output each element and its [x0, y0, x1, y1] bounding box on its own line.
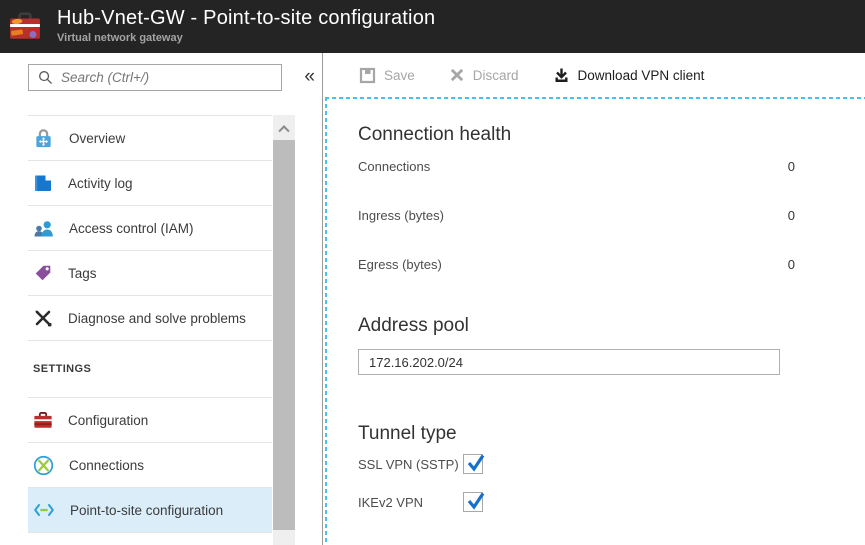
connections-icon: [33, 455, 54, 475]
sstp-label: SSL VPN (SSTP): [358, 456, 459, 472]
point-to-site-blade-content: Save Discard Download VPN client Connect…: [323, 53, 865, 545]
ikev2-label: IKEv2 VPN: [358, 494, 424, 510]
discard-label: Discard: [472, 67, 519, 83]
sidebar-item-point-to-site[interactable]: Point-to-site configuration: [28, 488, 272, 533]
sstp-option-row: SSL VPN (SSTP): [358, 454, 865, 474]
egress-label: Egress (bytes): [358, 257, 442, 272]
ikev2-option-row: IKEv2 VPN: [358, 492, 865, 512]
blade-form: Connection health Connections 0 Ingress …: [327, 99, 865, 545]
ingress-label: Ingress (bytes): [358, 208, 444, 223]
sidebar-item-label: Overview: [69, 130, 126, 146]
blade-header: Hub-Vnet-GW - Point-to-site configuratio…: [0, 0, 865, 53]
download-vpn-client-button[interactable]: Download VPN client: [553, 67, 705, 84]
search-icon: [39, 71, 53, 85]
discard-x-icon: [450, 68, 463, 82]
sidebar-item-configuration[interactable]: Configuration: [28, 398, 272, 443]
connections-row: Connections 0: [358, 159, 795, 174]
overview-lock-icon: [36, 128, 51, 147]
sidebar-item-label: Point-to-site configuration: [70, 502, 224, 518]
sidebar-scrollbar[interactable]: [273, 115, 295, 545]
menu-search-box[interactable]: [28, 64, 282, 91]
ikev2-checkbox[interactable]: [463, 492, 485, 512]
download-vpn-client-label: Download VPN client: [577, 67, 705, 83]
sidebar-item-tags[interactable]: Tags: [28, 251, 272, 296]
sidebar-item-label: Diagnose and solve problems: [68, 310, 246, 326]
sidebar-scrollbar-thumb[interactable]: [273, 140, 295, 530]
save-button[interactable]: Save: [359, 67, 415, 84]
address-pool-input[interactable]: [358, 349, 780, 375]
connections-label: Connections: [358, 159, 431, 174]
connection-health-title: Connection health: [358, 124, 512, 145]
discard-button[interactable]: Discard: [449, 67, 519, 83]
command-bar: Save Discard Download VPN client: [323, 53, 865, 97]
configuration-icon: [34, 412, 52, 428]
sidebar-item-label: Configuration: [68, 412, 149, 428]
resource-type-subtitle: Virtual network gateway: [57, 32, 183, 44]
search-input[interactable]: [53, 65, 281, 90]
sidebar-item-connections[interactable]: Connections: [28, 443, 272, 488]
save-icon: [359, 67, 376, 83]
connection-health-rows: Connections 0 Ingress (bytes) 0 Egress (…: [358, 159, 795, 272]
sidebar-item-label: Activity log: [68, 175, 133, 191]
sstp-checkbox[interactable]: [463, 454, 485, 474]
virtual-network-gateway-icon: [10, 12, 40, 39]
azure-portal-blade: Hub-Vnet-GW - Point-to-site configuratio…: [0, 0, 865, 545]
settings-section-label: SETTINGS: [33, 363, 92, 375]
download-icon: [555, 68, 568, 82]
page-title: Hub-Vnet-GW - Point-to-site configuratio…: [57, 7, 436, 29]
settings-section-header: SETTINGS: [28, 341, 272, 398]
egress-row: Egress (bytes) 0: [358, 257, 795, 272]
sidebar-item-label: Connections: [69, 457, 145, 473]
scroll-up-arrow-icon[interactable]: [273, 115, 295, 140]
sidebar-item-label: Access control (IAM): [69, 220, 194, 236]
ingress-row: Ingress (bytes) 0: [358, 208, 795, 223]
egress-value: 0: [787, 257, 795, 272]
checkmark-icon: [467, 492, 485, 510]
sidebar-item-activity-log[interactable]: Activity log: [28, 161, 272, 206]
connections-value: 0: [787, 159, 795, 174]
ingress-value: 0: [787, 208, 795, 223]
address-pool-title: Address pool: [358, 315, 469, 336]
tags-icon: [35, 265, 51, 281]
checkmark-icon: [467, 454, 485, 472]
collapse-menu-button[interactable]: «: [304, 63, 315, 90]
sidebar-item-overview[interactable]: Overview: [28, 116, 272, 161]
access-control-icon: [34, 221, 53, 237]
save-label: Save: [384, 67, 415, 83]
sidebar-item-label: Tags: [68, 265, 97, 281]
blade-menu-pane: « Overview: [0, 53, 322, 545]
sidebar-item-diagnose[interactable]: Diagnose and solve problems: [28, 296, 272, 341]
menu-list: Overview Activity log Access control (IA…: [28, 115, 272, 533]
activity-log-icon: [35, 175, 51, 191]
point-to-site-icon: [34, 504, 54, 516]
diagnose-icon: [35, 310, 52, 327]
tunnel-type-title: Tunnel type: [358, 423, 457, 444]
sidebar-item-access-control[interactable]: Access control (IAM): [28, 206, 272, 251]
